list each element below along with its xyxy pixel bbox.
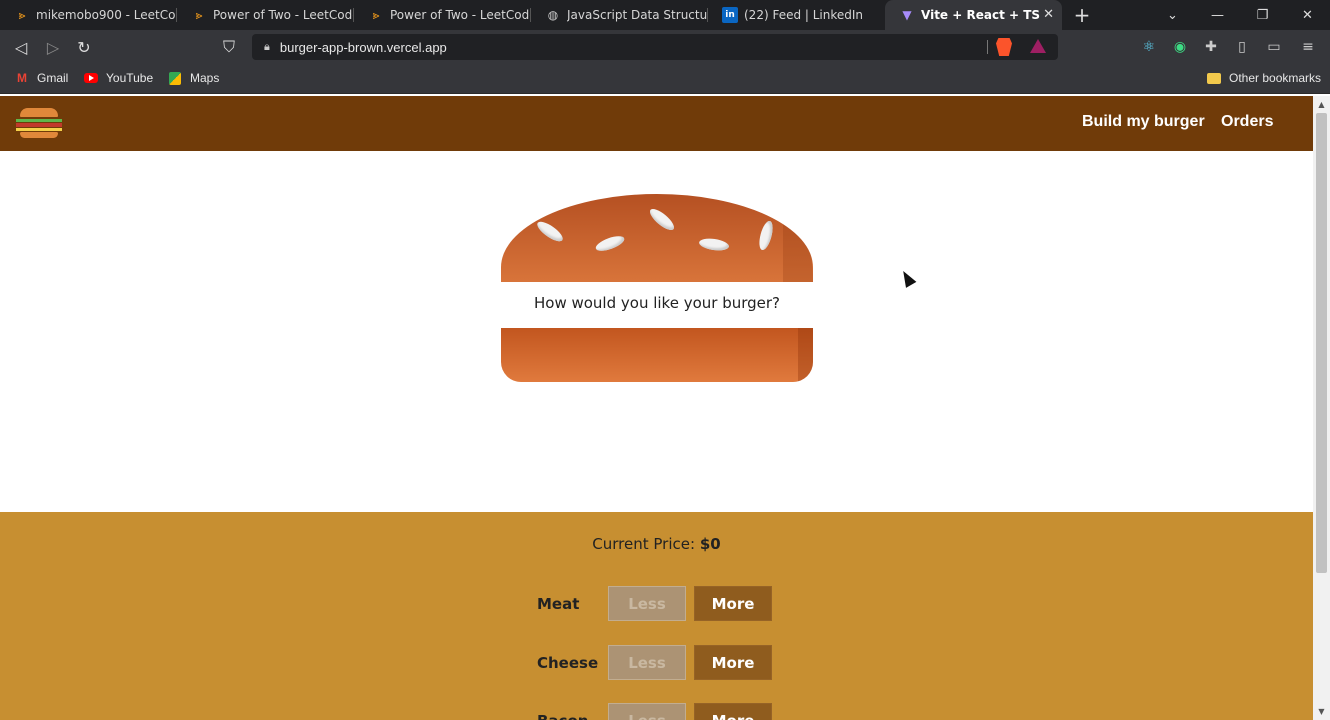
leetcode-icon: ⪢ xyxy=(372,7,380,22)
seed xyxy=(698,236,730,253)
browser-tab[interactable]: ⪢ Power of Two - LeetCode xyxy=(177,0,354,30)
address-bar[interactable]: 🔒︎ burger-app-brown.vercel.app xyxy=(252,34,1058,60)
price-label: Current Price: xyxy=(592,535,696,553)
seed xyxy=(534,218,566,245)
browser-tab[interactable]: ◍ JavaScript Data Structures a xyxy=(531,0,708,30)
bookmarks-bar: M Gmail YouTube Maps Other bookmarks xyxy=(0,64,1330,94)
other-bookmarks[interactable]: Other bookmarks xyxy=(1206,71,1321,85)
bread-top xyxy=(501,194,813,282)
price-value: $0 xyxy=(699,535,721,553)
folder-icon xyxy=(1206,71,1222,85)
leetcode-icon: ⪢ xyxy=(18,7,26,22)
react-devtools-icon[interactable]: ⚛ xyxy=(1140,38,1158,56)
maps-icon xyxy=(167,71,183,85)
linkedin-icon: in xyxy=(722,7,738,23)
meat-more-button[interactable]: More xyxy=(694,586,772,621)
browser-toolbar: ◁ ▷ ↻ ⛉ 🔒︎ burger-app-brown.vercel.app ⚛… xyxy=(0,30,1330,64)
brave-rewards-icon[interactable] xyxy=(1030,39,1046,53)
vite-icon: ▼ xyxy=(902,8,912,22)
seed xyxy=(646,205,678,234)
extensions-puzzle-icon[interactable]: ✚ xyxy=(1202,38,1220,56)
menu-icon[interactable]: ≡ xyxy=(1299,38,1317,56)
bookmark-gmail[interactable]: M Gmail xyxy=(14,71,68,85)
cheese-more-button[interactable]: More xyxy=(694,645,772,680)
burger-preview: How would you like your burger? xyxy=(501,194,813,382)
cheese-less-button[interactable]: Less xyxy=(608,645,686,680)
browser-tab[interactable]: ⪢ Power of Two - LeetCode D xyxy=(354,0,531,30)
meat-less-button[interactable]: Less xyxy=(608,586,686,621)
globe-icon: ◍ xyxy=(547,8,559,22)
tab-title: Power of Two - LeetCode D xyxy=(390,8,530,22)
page-viewport: Build my burger Orders How would you lik… xyxy=(0,96,1313,720)
youtube-icon xyxy=(83,71,99,85)
close-window-icon[interactable]: ✕ xyxy=(1285,0,1330,30)
browser-tab[interactable]: in (22) Feed | LinkedIn xyxy=(708,0,885,30)
scroll-up-icon[interactable]: ▲ xyxy=(1313,96,1330,113)
seed xyxy=(756,219,776,252)
brave-shield-icon[interactable] xyxy=(996,38,1012,56)
leetcode-icon: ⪢ xyxy=(195,7,203,22)
close-tab-icon[interactable]: ✕ xyxy=(1043,7,1054,22)
bookmark-label: Maps xyxy=(190,71,220,85)
browser-tab[interactable]: ⪢ mikemobo900 - LeetCode F xyxy=(0,0,177,30)
tab-title: mikemobo900 - LeetCode F xyxy=(36,8,176,22)
reload-icon[interactable]: ↻ xyxy=(74,37,94,57)
back-icon[interactable]: ◁ xyxy=(11,37,31,57)
minimize-icon[interactable]: — xyxy=(1195,0,1240,30)
burger-logo-icon[interactable] xyxy=(16,108,62,138)
forward-icon[interactable]: ▷ xyxy=(43,37,63,57)
divider xyxy=(987,40,988,54)
current-price: Current Price: $0 xyxy=(0,535,1313,553)
tab-title: (22) Feed | LinkedIn xyxy=(744,8,864,22)
restore-icon[interactable]: ❐ xyxy=(1240,0,1285,30)
app-header: Build my burger Orders xyxy=(0,96,1313,151)
sidebar-icon[interactable]: ▯ xyxy=(1233,38,1251,56)
nav-build-my-burger[interactable]: Build my burger xyxy=(1082,113,1205,131)
browser-tab-active[interactable]: ▼ Vite + React + TS ✕ xyxy=(885,0,1062,30)
bookmark-label: Gmail xyxy=(37,71,69,85)
bookmark-label: YouTube xyxy=(106,71,154,85)
ingredient-label: Cheese xyxy=(537,654,599,672)
gmail-icon: M xyxy=(17,71,27,85)
page-scrollbar[interactable]: ▲ ▼ xyxy=(1313,96,1330,720)
bookmark-youtube[interactable]: YouTube xyxy=(83,71,153,85)
new-tab-icon[interactable]: + xyxy=(1062,0,1102,30)
nav-orders[interactable]: Orders xyxy=(1221,113,1273,131)
burger-prompt: How would you like your burger? xyxy=(533,294,781,312)
wallet-icon[interactable]: ▭ xyxy=(1265,38,1283,56)
bookmark-label: Other bookmarks xyxy=(1229,71,1322,85)
bookmark-maps[interactable]: Maps xyxy=(167,71,219,85)
seed xyxy=(594,233,626,254)
url-text[interactable]: burger-app-brown.vercel.app xyxy=(280,40,447,55)
tab-bar: ⪢ mikemobo900 - LeetCode F ⪢ Power of Tw… xyxy=(0,0,1330,30)
ingredient-label: Bacon xyxy=(537,712,588,720)
bookmark-icon[interactable]: ⛉ xyxy=(219,37,239,57)
tab-title: Power of Two - LeetCode xyxy=(213,8,353,22)
ingredient-row-bacon: Bacon Less More xyxy=(537,703,777,720)
tab-title: JavaScript Data Structures a xyxy=(567,8,707,22)
build-controls: Current Price: $0 Meat Less More Cheese … xyxy=(0,512,1313,720)
tab-title: Vite + React + TS xyxy=(921,8,1041,22)
scroll-thumb[interactable] xyxy=(1316,113,1327,573)
lock-icon: 🔒︎ xyxy=(264,40,270,53)
window-controls: ⌄ — ❐ ✕ xyxy=(1150,0,1330,30)
scroll-down-icon[interactable]: ▼ xyxy=(1313,703,1330,720)
ingredient-label: Meat xyxy=(537,595,580,613)
extension-icon[interactable]: ◉ xyxy=(1171,38,1189,56)
bacon-more-button[interactable]: More xyxy=(694,703,772,720)
ingredient-row-cheese: Cheese Less More xyxy=(537,645,777,681)
tab-search-icon[interactable]: ⌄ xyxy=(1150,0,1195,30)
bacon-less-button[interactable]: Less xyxy=(608,703,686,720)
bread-bottom xyxy=(501,328,813,382)
ingredient-row-meat: Meat Less More xyxy=(537,586,777,622)
